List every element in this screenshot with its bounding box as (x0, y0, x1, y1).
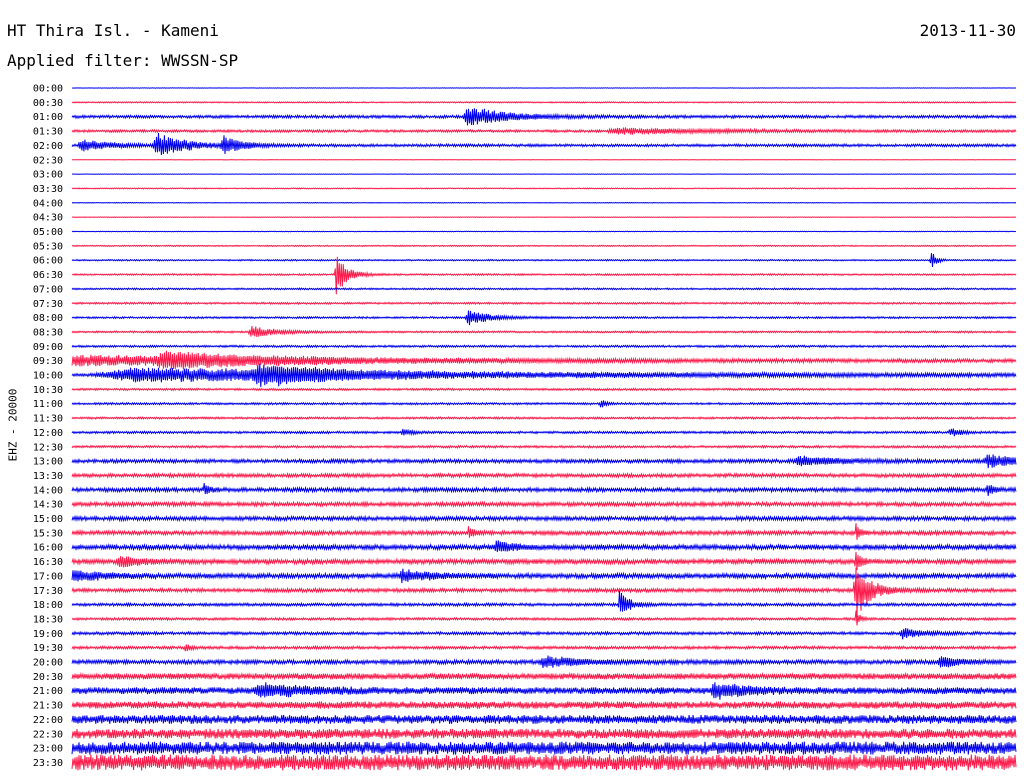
trace-0130 (71, 127, 1017, 136)
trace-0030 (71, 101, 1017, 104)
tick-label-1400: 14:00 (33, 485, 63, 496)
tick-label-0300: 03:00 (33, 170, 63, 181)
tick-label-1730: 17:30 (33, 586, 63, 597)
trace-1030 (71, 387, 1017, 392)
tick-label-1630: 16:30 (33, 557, 63, 568)
trace-0930 (71, 350, 1017, 370)
trace-2130 (71, 701, 1017, 710)
trace-0400 (71, 201, 1017, 204)
tick-label-2030: 20:30 (33, 672, 63, 683)
tick-label-2000: 20:00 (33, 658, 63, 669)
tick-label-1800: 18:00 (33, 600, 63, 611)
tick-label-1230: 12:30 (33, 442, 63, 453)
trace-1700 (71, 568, 1017, 584)
trace-1600 (71, 540, 1017, 553)
trace-0330 (71, 187, 1017, 190)
trace-1930 (71, 644, 1017, 652)
trace-0200 (71, 132, 1017, 156)
tick-label-1130: 11:30 (33, 414, 63, 425)
trace-2200 (71, 714, 1017, 724)
trace-1000 (71, 363, 1017, 388)
time-tick-labels: 00:00 00:30 01:00 01:30 02:00 02:30 03:00 03:30… (33, 84, 63, 769)
tick-label-0230: 02:30 (33, 155, 63, 166)
trace-0530 (71, 244, 1017, 248)
trace-1530 (71, 523, 1017, 540)
trace-2100 (71, 682, 1017, 700)
tick-label-1100: 11:00 (33, 399, 63, 410)
trace-0830 (71, 326, 1017, 338)
tick-label-0430: 04:30 (33, 213, 63, 224)
seismogram-plot: 00:00 00:30 01:00 01:30 02:00 02:30 03:00 03:30… (33, 84, 1017, 771)
trace-2300 (71, 741, 1017, 755)
tick-label-1900: 19:00 (33, 629, 63, 640)
tick-label-0630: 06:30 (33, 270, 63, 281)
trace-0900 (71, 344, 1017, 349)
tick-label-0000: 00:00 (33, 84, 63, 95)
tick-label-1200: 12:00 (33, 428, 63, 439)
trace-1630 (71, 551, 1017, 571)
trace-0600 (71, 253, 1017, 268)
tick-label-1300: 13:00 (33, 457, 63, 468)
tick-label-0500: 05:00 (33, 227, 63, 238)
tick-label-1430: 14:30 (33, 500, 63, 511)
trace-0500 (71, 230, 1017, 233)
tick-label-0400: 04:00 (33, 198, 63, 209)
trace-1900 (71, 627, 1017, 640)
trace-0730 (71, 301, 1017, 306)
tick-label-0800: 08:00 (33, 313, 63, 324)
tick-label-0130: 01:30 (33, 127, 63, 138)
trace-1400 (71, 483, 1017, 497)
tick-label-2130: 21:30 (33, 701, 63, 712)
trace-1500 (71, 514, 1017, 523)
tick-label-2330: 23:30 (33, 758, 63, 769)
tick-label-1830: 18:30 (33, 614, 63, 625)
trace-0100 (71, 108, 1017, 126)
trace-2000 (71, 655, 1017, 668)
trace-0700 (71, 287, 1017, 291)
tick-label-0900: 09:00 (33, 342, 63, 353)
seismogram-traces (71, 87, 1017, 771)
trace-2030 (71, 671, 1017, 681)
trace-1200 (71, 428, 1017, 437)
tick-label-0830: 08:30 (33, 327, 63, 338)
trace-2330 (71, 754, 1017, 771)
tick-label-0530: 05:30 (33, 241, 63, 252)
tick-label-1700: 17:00 (33, 571, 63, 582)
trace-2230 (71, 728, 1017, 739)
trace-1330 (71, 471, 1017, 479)
trace-1230 (71, 444, 1017, 449)
trace-0430 (71, 216, 1017, 218)
tick-label-0930: 09:30 (33, 356, 63, 367)
tick-label-1600: 16:00 (33, 543, 63, 554)
tick-label-0330: 03:30 (33, 184, 63, 195)
trace-1830 (71, 610, 1017, 626)
tick-label-0030: 00:30 (33, 98, 63, 109)
trace-1300 (71, 454, 1017, 469)
tick-label-0200: 02:00 (33, 141, 63, 152)
tick-label-1330: 13:30 (33, 471, 63, 482)
tick-label-2100: 21:00 (33, 686, 63, 697)
tick-label-1930: 19:30 (33, 643, 63, 654)
tick-label-0600: 06:00 (33, 256, 63, 267)
tick-label-2300: 23:00 (33, 744, 63, 755)
tick-label-2230: 22:30 (33, 729, 63, 740)
trace-1430 (71, 500, 1017, 509)
tick-label-0700: 07:00 (33, 284, 63, 295)
tick-label-1530: 15:30 (33, 528, 63, 539)
tick-label-1000: 10:00 (33, 371, 63, 382)
trace-1130 (71, 416, 1017, 421)
tick-label-2200: 22:00 (33, 715, 63, 726)
tick-label-0730: 07:30 (33, 299, 63, 310)
tick-label-0100: 01:00 (33, 112, 63, 123)
trace-1100 (71, 400, 1017, 408)
tick-label-1030: 10:30 (33, 385, 63, 396)
trace-0800 (71, 310, 1017, 326)
tick-label-1500: 15:00 (33, 514, 63, 525)
